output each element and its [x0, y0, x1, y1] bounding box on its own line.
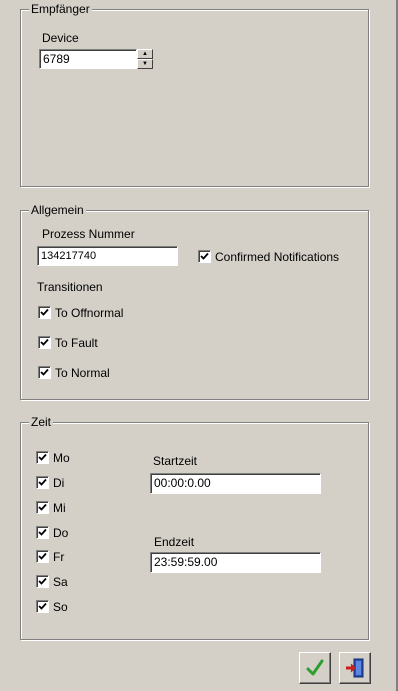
day-sa-label: Sa — [53, 575, 68, 589]
device-spinner[interactable]: ▲ ▼ — [137, 49, 153, 69]
prozess-nummer-label: Prozess Nummer — [42, 227, 135, 241]
endzeit-input[interactable]: 23:59:59.00 — [150, 552, 321, 573]
spin-down-button[interactable]: ▼ — [137, 59, 153, 69]
transitionen-label: Transitionen — [37, 280, 103, 294]
to-offnormal-label: To Offnormal — [55, 306, 124, 320]
startzeit-input[interactable]: 00:00:0.00 — [150, 473, 321, 494]
allgemein-legend: Allgemein — [29, 203, 86, 217]
day-mi-label: Mi — [53, 501, 66, 515]
empfaenger-legend: Empfänger — [29, 2, 92, 16]
day-so-checkbox[interactable] — [36, 600, 49, 613]
zeit-legend: Zeit — [29, 415, 54, 429]
day-sa-checkbox[interactable] — [36, 575, 49, 588]
to-offnormal-checkbox[interactable] — [38, 306, 51, 319]
day-fr-label: Fr — [53, 550, 65, 564]
spin-up-button[interactable]: ▲ — [137, 49, 153, 59]
day-di-checkbox[interactable] — [36, 476, 49, 489]
ok-button[interactable] — [299, 652, 331, 684]
endzeit-label: Endzeit — [154, 535, 195, 549]
to-normal-checkbox[interactable] — [38, 366, 51, 379]
day-mo-checkbox[interactable] — [36, 451, 49, 464]
day-di-label: Di — [53, 476, 65, 490]
device-input[interactable]: 6789 — [39, 49, 137, 69]
zeit-group: Zeit Mo Di Mi Do Fr Sa So Startzeit 00:0… — [20, 415, 369, 640]
to-fault-checkbox[interactable] — [38, 336, 51, 349]
day-fr-checkbox[interactable] — [36, 550, 49, 563]
allgemein-group: Allgemein Prozess Nummer 134217740 Confi… — [20, 203, 369, 400]
confirmed-notifications-checkbox[interactable] — [198, 250, 211, 263]
exit-button[interactable] — [339, 652, 371, 684]
device-label: Device — [42, 31, 79, 45]
day-mi-checkbox[interactable] — [36, 501, 49, 514]
day-mo-label: Mo — [53, 451, 70, 465]
day-do-checkbox[interactable] — [36, 526, 49, 539]
empfaenger-group: Empfänger Device 6789 ▲ ▼ — [20, 2, 369, 187]
confirmed-notifications-label: Confirmed Notifications — [215, 250, 340, 264]
day-do-label: Do — [53, 526, 69, 540]
startzeit-label: Startzeit — [153, 454, 198, 468]
day-so-label: So — [53, 600, 68, 614]
to-normal-label: To Normal — [55, 366, 110, 380]
to-fault-label: To Fault — [55, 336, 98, 350]
prozess-nummer-input[interactable]: 134217740 — [37, 246, 178, 266]
